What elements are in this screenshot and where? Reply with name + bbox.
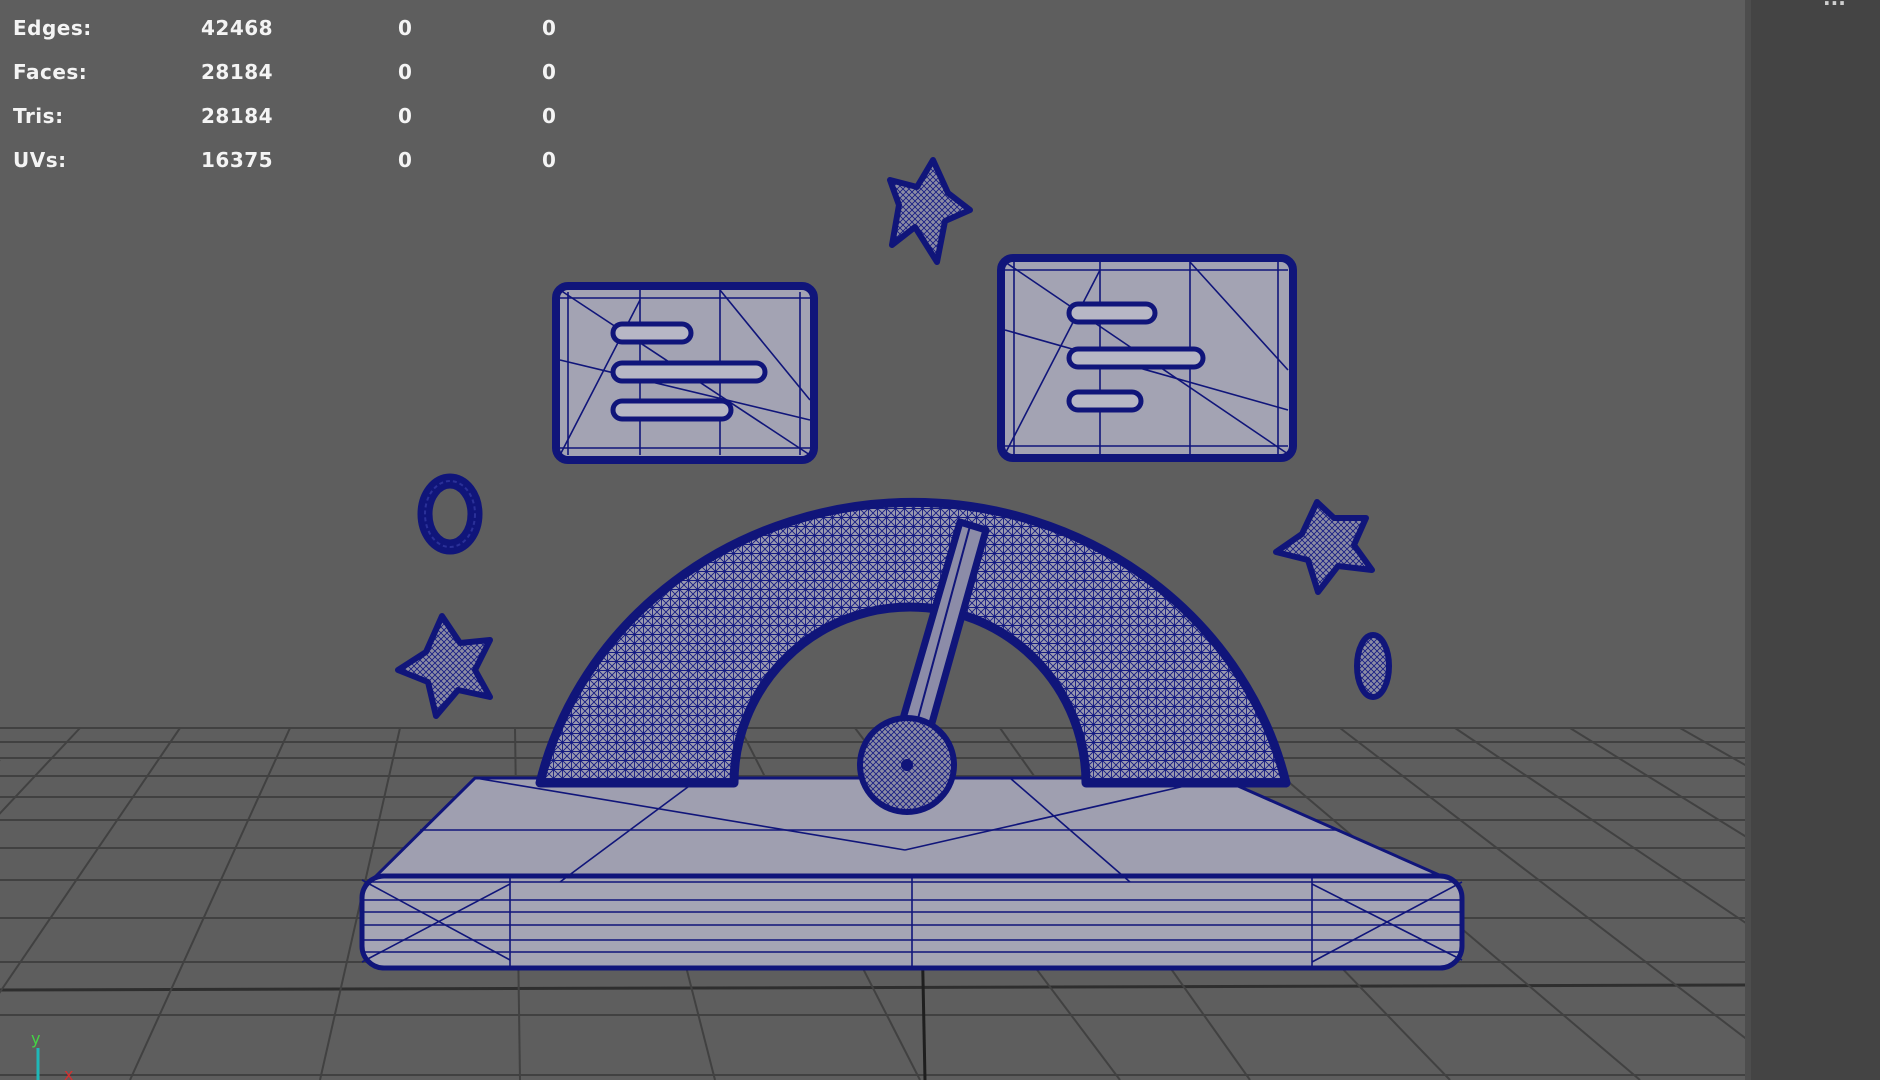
hud-label: UVs: bbox=[13, 148, 67, 172]
hud-selected: 0 bbox=[398, 16, 413, 40]
mesh-star-right[interactable] bbox=[1273, 499, 1375, 595]
hud-label: Tris: bbox=[13, 104, 64, 128]
mesh-ring[interactable] bbox=[417, 473, 483, 555]
mesh-capsule[interactable] bbox=[1354, 632, 1392, 700]
hud-component: 0 bbox=[542, 148, 557, 172]
viewport-3d[interactable]: y x Edges: 42468 0 0 Faces: 28184 0 0 Tr… bbox=[0, 0, 1745, 1080]
mesh-star-top[interactable] bbox=[887, 157, 973, 265]
hud-value: 28184 bbox=[201, 104, 274, 128]
hud-label: Edges: bbox=[13, 16, 92, 40]
axis-x-label: x bbox=[64, 1065, 73, 1080]
hud-component: 0 bbox=[542, 104, 557, 128]
mesh-info-panel-left[interactable] bbox=[552, 282, 818, 464]
mesh-info-panel-right[interactable] bbox=[997, 254, 1297, 462]
hud-component: 0 bbox=[542, 16, 557, 40]
side-panel-clipped-text: ... bbox=[1823, 0, 1846, 10]
mesh-star-left[interactable] bbox=[395, 613, 493, 719]
hud-selected: 0 bbox=[398, 104, 413, 128]
hud-value: 28184 bbox=[201, 60, 274, 84]
hud-selected: 0 bbox=[398, 148, 413, 172]
axis-y-label: y bbox=[31, 1029, 40, 1048]
hud-value: 42468 bbox=[201, 16, 274, 40]
hud-selected: 0 bbox=[398, 60, 413, 84]
hud-component: 0 bbox=[542, 60, 557, 84]
hud-label: Faces: bbox=[13, 60, 88, 84]
axis-gizmo: y x bbox=[31, 1029, 73, 1080]
hud-value: 16375 bbox=[201, 148, 274, 172]
side-panel[interactable]: ... bbox=[1745, 0, 1880, 1080]
